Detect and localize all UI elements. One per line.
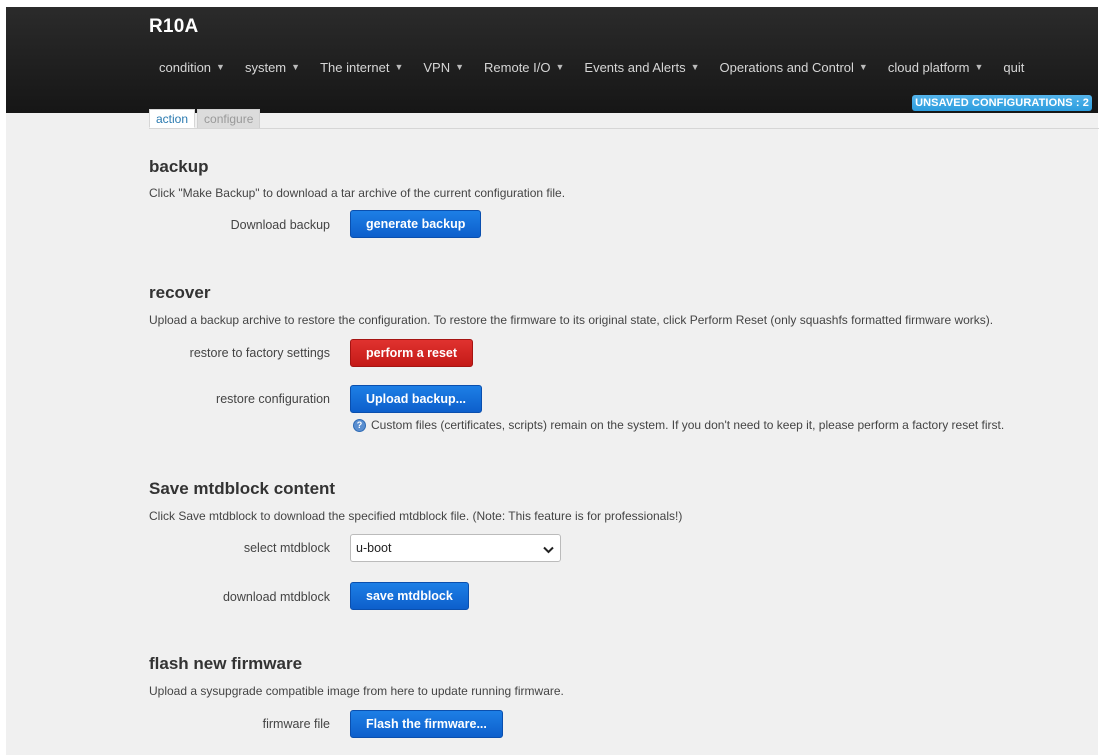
caret-down-icon: ▼	[394, 62, 404, 72]
download-backup-label: Download backup	[230, 218, 330, 232]
caret-down-icon: ▼	[216, 62, 225, 72]
nav-label: condition	[159, 59, 212, 75]
nav-item-system[interactable]: system ▼	[235, 60, 310, 75]
recover-hint-text: Custom files (certificates, scripts) rem…	[371, 418, 1005, 432]
firmware-description: Upload a sysupgrade compatible image fro…	[149, 684, 564, 698]
chevron-down-icon	[543, 543, 554, 557]
factory-reset-label: restore to factory settings	[189, 346, 330, 360]
generate-backup-button[interactable]: generate backup	[350, 210, 482, 238]
recover-title: recover	[149, 283, 211, 302]
nav-label: VPN	[423, 59, 451, 75]
nav-item-operations-control[interactable]: Operations and Control ▼	[710, 60, 878, 75]
caret-down-icon: ▼	[291, 62, 301, 72]
main-content: action configure backup Click "Make Back…	[6, 109, 1099, 755]
select-mtdblock-label: select mtdblock	[243, 541, 330, 555]
top-navbar: R10A condition ▼ system ▼ The internet ▼ VP…	[6, 7, 1098, 113]
save-mtdblock-button[interactable]: save mtdblock	[350, 582, 469, 610]
help-icon: ?	[353, 418, 366, 432]
recover-description: Upload a backup archive to restore the c…	[149, 313, 994, 327]
nav-label: The internet	[320, 59, 390, 75]
mtdblock-title: Save mtdblock content	[149, 479, 336, 498]
firmware-title: flash new firmware	[149, 654, 303, 673]
tab-action[interactable]: action	[149, 109, 196, 128]
download-mtdblock-label: download mtdblock	[222, 590, 330, 604]
nav-item-cloud-platform[interactable]: cloud platform ▼	[878, 60, 994, 75]
firmware-file-label: firmware file	[262, 717, 330, 731]
nav-label: system	[244, 59, 287, 75]
backup-description: Click "Make Backup" to download a tar ar…	[149, 186, 566, 200]
caret-down-icon: ▼	[690, 62, 700, 72]
nav-item-internet[interactable]: The internet ▼	[310, 60, 413, 75]
nav-item-remote-io[interactable]: Remote I/O ▼	[474, 60, 574, 75]
nav-label: Operations and Control	[719, 59, 854, 75]
restore-configuration-label: restore configuration	[216, 392, 330, 406]
main-nav: condition ▼ system ▼ The internet ▼ VPN ▼ Re…	[149, 57, 1034, 77]
nav-label: cloud platform	[887, 59, 970, 75]
recover-hint: ? Custom files (certificates, scripts) r…	[353, 418, 1004, 432]
nav-label: Events and Alerts	[584, 59, 686, 75]
caret-down-icon: ▼	[455, 62, 465, 72]
upload-backup-button[interactable]: Upload backup...	[350, 385, 483, 413]
brand-title[interactable]: R10A	[149, 16, 198, 38]
flash-firmware-button[interactable]: Flash the firmware...	[350, 710, 503, 738]
caret-down-icon: ▼	[858, 62, 868, 72]
caret-down-icon: ▼	[555, 62, 565, 72]
nav-item-condition[interactable]: condition ▼	[149, 60, 235, 75]
nav-label: Remote I/O	[484, 59, 551, 75]
caret-down-icon: ▼	[974, 62, 984, 72]
perform-reset-button[interactable]: perform a reset	[350, 339, 474, 367]
nav-item-vpn[interactable]: VPN ▼	[413, 60, 474, 75]
mtdblock-description: Click Save mtdblock to download the spec…	[149, 509, 683, 523]
mtdblock-select-value: u-boot	[356, 541, 392, 555]
tab-configure[interactable]: configure	[197, 109, 261, 128]
nav-item-events-alerts[interactable]: Events and Alerts ▼	[574, 60, 709, 75]
tab-bar: action configure	[149, 109, 1099, 129]
nav-item-quit[interactable]: quit	[993, 60, 1034, 75]
mtdblock-select[interactable]: u-boot	[350, 534, 561, 562]
nav-label: quit	[1003, 59, 1025, 75]
backup-title: backup	[149, 157, 209, 176]
